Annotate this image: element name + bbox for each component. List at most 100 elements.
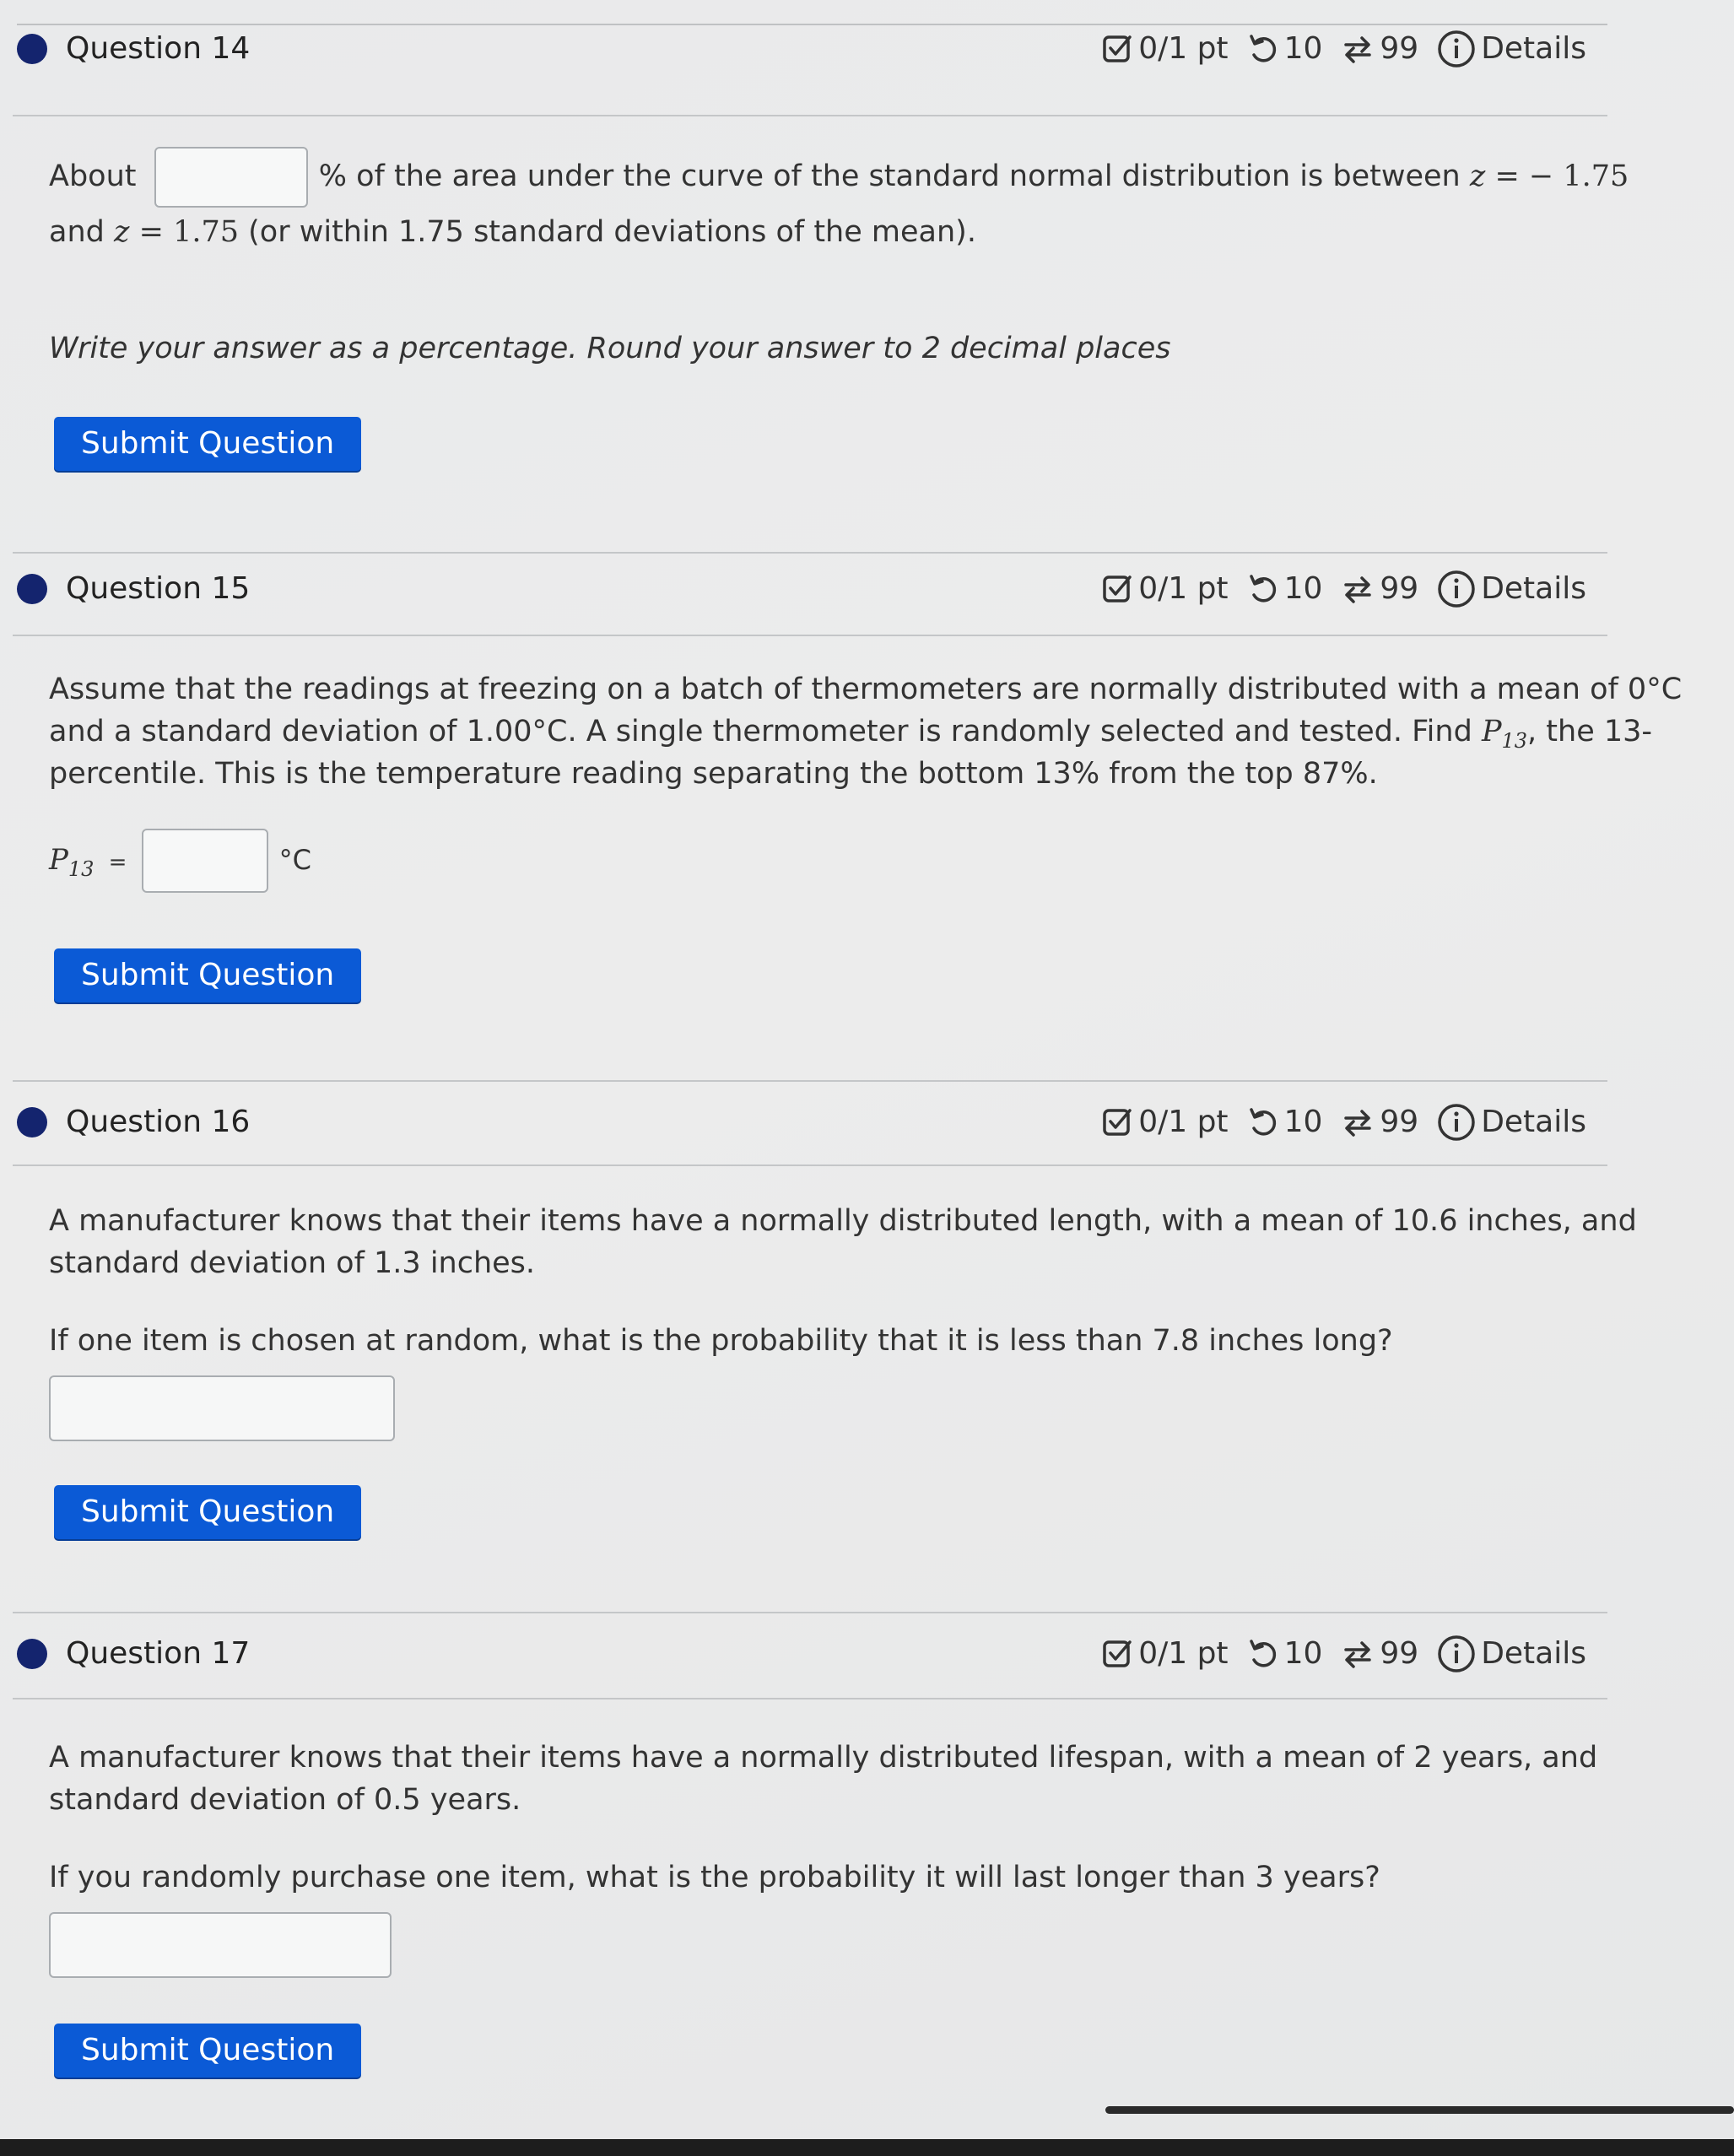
details-label[interactable]: Details [1481,25,1586,73]
versions-indicator: 99 [1341,1630,1418,1678]
question-text: If you randomly purchase one item, what … [49,1861,1380,1894]
question-meta: 0/1 pt 10 99 Details [1083,25,1586,73]
prompt-text: % of the area under the curve of the sta… [318,159,1461,193]
details-label[interactable]: Details [1481,1099,1586,1146]
z-lower-bound: − 1.75 [1528,159,1629,193]
versions-text: 99 [1380,1105,1419,1139]
prompt-text: and a standard deviation of 1.00°C. A si… [49,715,1472,748]
versions-indicator: 99 [1341,1099,1418,1146]
details-link[interactable]: Details [1437,1099,1586,1146]
question-header: Question 15 0/1 pt 10 99 Details [0,525,1607,609]
attempts-indicator: 10 [1247,565,1322,613]
prompt-text: (or within 1.75 standard deviations of t… [248,215,976,249]
attempts-text: 10 [1283,1105,1323,1139]
p-letter: P [49,843,68,877]
retry-icon [1249,575,1276,602]
points-indicator: 0/1 pt [1101,25,1229,73]
submit-question-button[interactable]: Submit Question [54,948,362,1002]
z-variable: z [1469,159,1486,193]
question-title: Question 16 [66,1105,251,1139]
question-title: Question 17 [66,1636,251,1671]
scroll-indicator[interactable] [1105,2106,1734,2114]
bottom-edge [0,2139,1734,2156]
attempts-text: 10 [1283,1636,1323,1671]
question-title: Question 15 [66,571,251,606]
versions-icon [1344,1641,1372,1668]
status-dot [17,34,47,64]
question-body: A manufacturer knows that their items ha… [49,1737,1598,1978]
question-header: Question 14 0/1 pt 10 99 Details [0,0,1607,84]
attempts-indicator: 10 [1247,1630,1323,1678]
prompt-line-2: and z = 1.75 (or within 1.75 standard de… [49,211,1559,253]
question-meta: 0/1 pt 10 99 Details [1083,1630,1586,1678]
prompt-line-1: Assume that the readings at freezing on … [49,673,1683,706]
retry-icon [1249,1108,1276,1136]
prompt-line-2: standard deviation of 0.5 years. [49,1783,521,1817]
submit-question-button[interactable]: Submit Question [54,417,362,471]
status-dot [17,1639,47,1669]
versions-text: 99 [1380,1636,1419,1671]
points-text: 0/1 pt [1138,571,1229,606]
homework-page: Question 14 0/1 pt 10 99 Details About %… [0,0,1683,2156]
versions-icon [1344,576,1372,603]
status-dot [17,574,47,604]
attempts-indicator: 10 [1247,25,1322,73]
prompt-line-1: A manufacturer knows that their items ha… [49,1204,1637,1238]
percentile-input[interactable] [141,829,268,893]
z-variable: z [114,215,130,249]
percentile-symbol: P13 [1482,715,1527,751]
prompt-line-2: standard deviation of 1.3 inches. [49,1246,536,1280]
probability-input[interactable] [49,1912,392,1978]
header-divider [13,1698,1607,1699]
equals-sign: = [1494,159,1520,193]
z-upper-bound: 1.75 [173,215,239,249]
points-text: 0/1 pt [1138,1636,1229,1671]
versions-text: 99 [1380,571,1419,606]
question-title: Question 14 [66,31,251,66]
status-dot [17,1107,47,1137]
submit-question-button[interactable]: Submit Question [54,1485,362,1539]
info-icon [1438,570,1475,608]
question-body: Assume that the readings at freezing on … [49,668,1683,893]
points-indicator: 0/1 pt [1101,1099,1229,1146]
details-link[interactable]: Details [1437,1630,1586,1678]
submit-question-button[interactable]: Submit Question [54,2024,362,2078]
checkbox-icon [1103,575,1132,602]
p-subscript: 13 [1501,729,1528,753]
prompt-line-2: and a standard deviation of 1.00°C. A si… [49,711,1652,753]
prompt-line-1: About % of the area under the curve of t… [49,147,1629,208]
equals-sign: = [138,215,164,249]
details-link[interactable]: Details [1437,565,1586,613]
details-label[interactable]: Details [1481,565,1586,613]
retry-icon [1249,1640,1276,1667]
answer-label: P13 [49,843,94,879]
header-divider [13,635,1607,636]
checkbox-icon [1103,1640,1132,1667]
info-icon [1438,1635,1475,1672]
info-icon [1438,1104,1475,1141]
instruction-text: Write your answer as a percentage. Round… [49,332,1171,365]
versions-icon [1344,1110,1372,1137]
question-text: If one item is chosen at random, what is… [49,1324,1393,1358]
probability-input[interactable] [49,1375,395,1441]
details-link[interactable]: Details [1437,25,1586,73]
retry-icon [1249,35,1276,62]
question-body: A manufacturer knows that their items ha… [49,1200,1637,1441]
details-label[interactable]: Details [1481,1630,1586,1678]
versions-icon [1344,36,1372,63]
versions-indicator: 99 [1341,565,1418,613]
points-text: 0/1 pt [1138,31,1229,66]
answer-row: P13 = °C [49,829,1559,893]
checkbox-icon [1103,1109,1132,1136]
question-meta: 0/1 pt 10 99 Details [1083,1099,1586,1146]
unit-label: °C [278,844,311,876]
percentage-input[interactable] [154,147,308,208]
prompt-line-1: A manufacturer knows that their items ha… [49,1741,1598,1775]
question-header: Question 16 0/1 pt 10 99 Details [0,1055,1607,1141]
header-divider [13,115,1607,116]
prompt-line-3: percentile. This is the temperature read… [49,757,1378,791]
question-body: About % of the area under the curve of t… [49,147,1629,370]
question-header: Question 17 0/1 pt 10 99 Details [0,1588,1607,1672]
versions-indicator: 99 [1341,25,1418,73]
prompt-text: , the 13- [1527,715,1653,748]
